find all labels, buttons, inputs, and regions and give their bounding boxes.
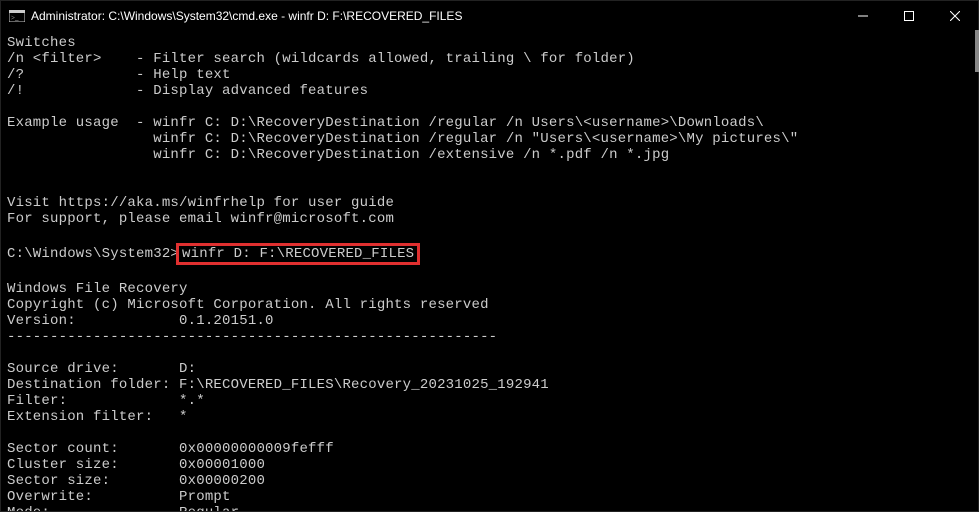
- titlebar[interactable]: >_ Administrator: C:\Windows\System32\cm…: [1, 1, 978, 31]
- output-line: Version: 0.1.20151.0: [7, 313, 274, 329]
- output-line: Extension filter: *: [7, 409, 188, 425]
- output-line: winfr C: D:\RecoveryDestination /regular…: [7, 131, 798, 147]
- output-line: Windows File Recovery: [7, 281, 188, 297]
- svg-text:>_: >_: [11, 14, 19, 22]
- output-line: Visit https://aka.ms/winfrhelp for user …: [7, 195, 394, 211]
- output-line: Sector size: 0x00000200: [7, 473, 265, 489]
- output-line: /n <filter> - Filter search (wildcards a…: [7, 51, 635, 67]
- output-line: Switches: [7, 35, 76, 51]
- output-line: Example usage - winfr C: D:\RecoveryDest…: [7, 115, 764, 131]
- output-line: Cluster size: 0x00001000: [7, 457, 265, 473]
- output-line: Destination folder: F:\RECOVERED_FILES\R…: [7, 377, 549, 393]
- highlighted-command: winfr D: F:\RECOVERED_FILES: [176, 243, 420, 265]
- window-title: Administrator: C:\Windows\System32\cmd.e…: [31, 9, 840, 23]
- output-line: /! - Display advanced features: [7, 83, 368, 99]
- prompt-text: C:\Windows\System32>: [7, 246, 179, 262]
- output-line: /? - Help text: [7, 67, 231, 83]
- output-line: Copyright (c) Microsoft Corporation. All…: [7, 297, 489, 313]
- output-line: Filter: *.*: [7, 393, 205, 409]
- output-line: ----------------------------------------…: [7, 329, 497, 345]
- output-line: Source drive: D:: [7, 361, 196, 377]
- maximize-button[interactable]: [886, 1, 932, 31]
- output-line: For support, please email winfr@microsof…: [7, 211, 394, 227]
- scrollbar-thumb[interactable]: [975, 30, 979, 72]
- cmd-icon: >_: [9, 9, 25, 23]
- minimize-button[interactable]: [840, 1, 886, 31]
- window-controls: [840, 1, 978, 31]
- output-line: Sector count: 0x00000000009fefff: [7, 441, 334, 457]
- output-line: Mode: Regular: [7, 505, 239, 511]
- cmd-window: >_ Administrator: C:\Windows\System32\cm…: [0, 0, 979, 512]
- output-line: winfr C: D:\RecoveryDestination /extensi…: [7, 147, 669, 163]
- close-button[interactable]: [932, 1, 978, 31]
- output-line: Overwrite: Prompt: [7, 489, 231, 505]
- terminal-output[interactable]: Switches /n <filter> - Filter search (wi…: [1, 31, 978, 511]
